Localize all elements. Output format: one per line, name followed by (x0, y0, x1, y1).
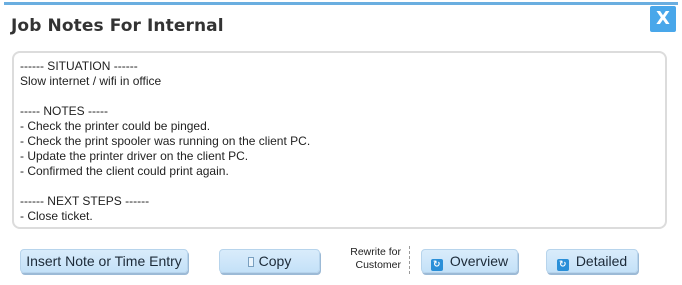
close-icon: X (656, 8, 670, 29)
copy-icon (247, 257, 254, 267)
overview-button[interactable]: ↻ Overview (421, 249, 518, 273)
rewrite-label-line1: Rewrite for (350, 246, 401, 258)
rewrite-label-line2: Customer (355, 259, 401, 271)
copy-button[interactable]: Copy (219, 249, 320, 273)
insert-note-label: Insert Note or Time Entry (26, 253, 182, 269)
rewrite-divider (409, 246, 410, 274)
detailed-label: Detailed (575, 253, 628, 269)
dialog-title: Job Notes For Internal (11, 16, 224, 36)
refresh-icon: ↻ (556, 259, 569, 271)
dialog-top-bar (4, 2, 678, 5)
notes-textarea[interactable]: ------ SITUATION ------ Slow internet / … (12, 51, 667, 229)
job-notes-dialog: X Job Notes For Internal ------ SITUATIO… (0, 0, 682, 285)
copy-label: Copy (258, 253, 292, 269)
detailed-button[interactable]: ↻ Detailed (546, 249, 638, 273)
overview-label: Overview (449, 253, 509, 269)
refresh-icon: ↻ (430, 259, 443, 271)
close-button[interactable]: X (650, 6, 676, 32)
rewrite-for-customer-label: Rewrite for Customer (344, 246, 401, 272)
insert-note-button[interactable]: Insert Note or Time Entry (20, 249, 188, 273)
